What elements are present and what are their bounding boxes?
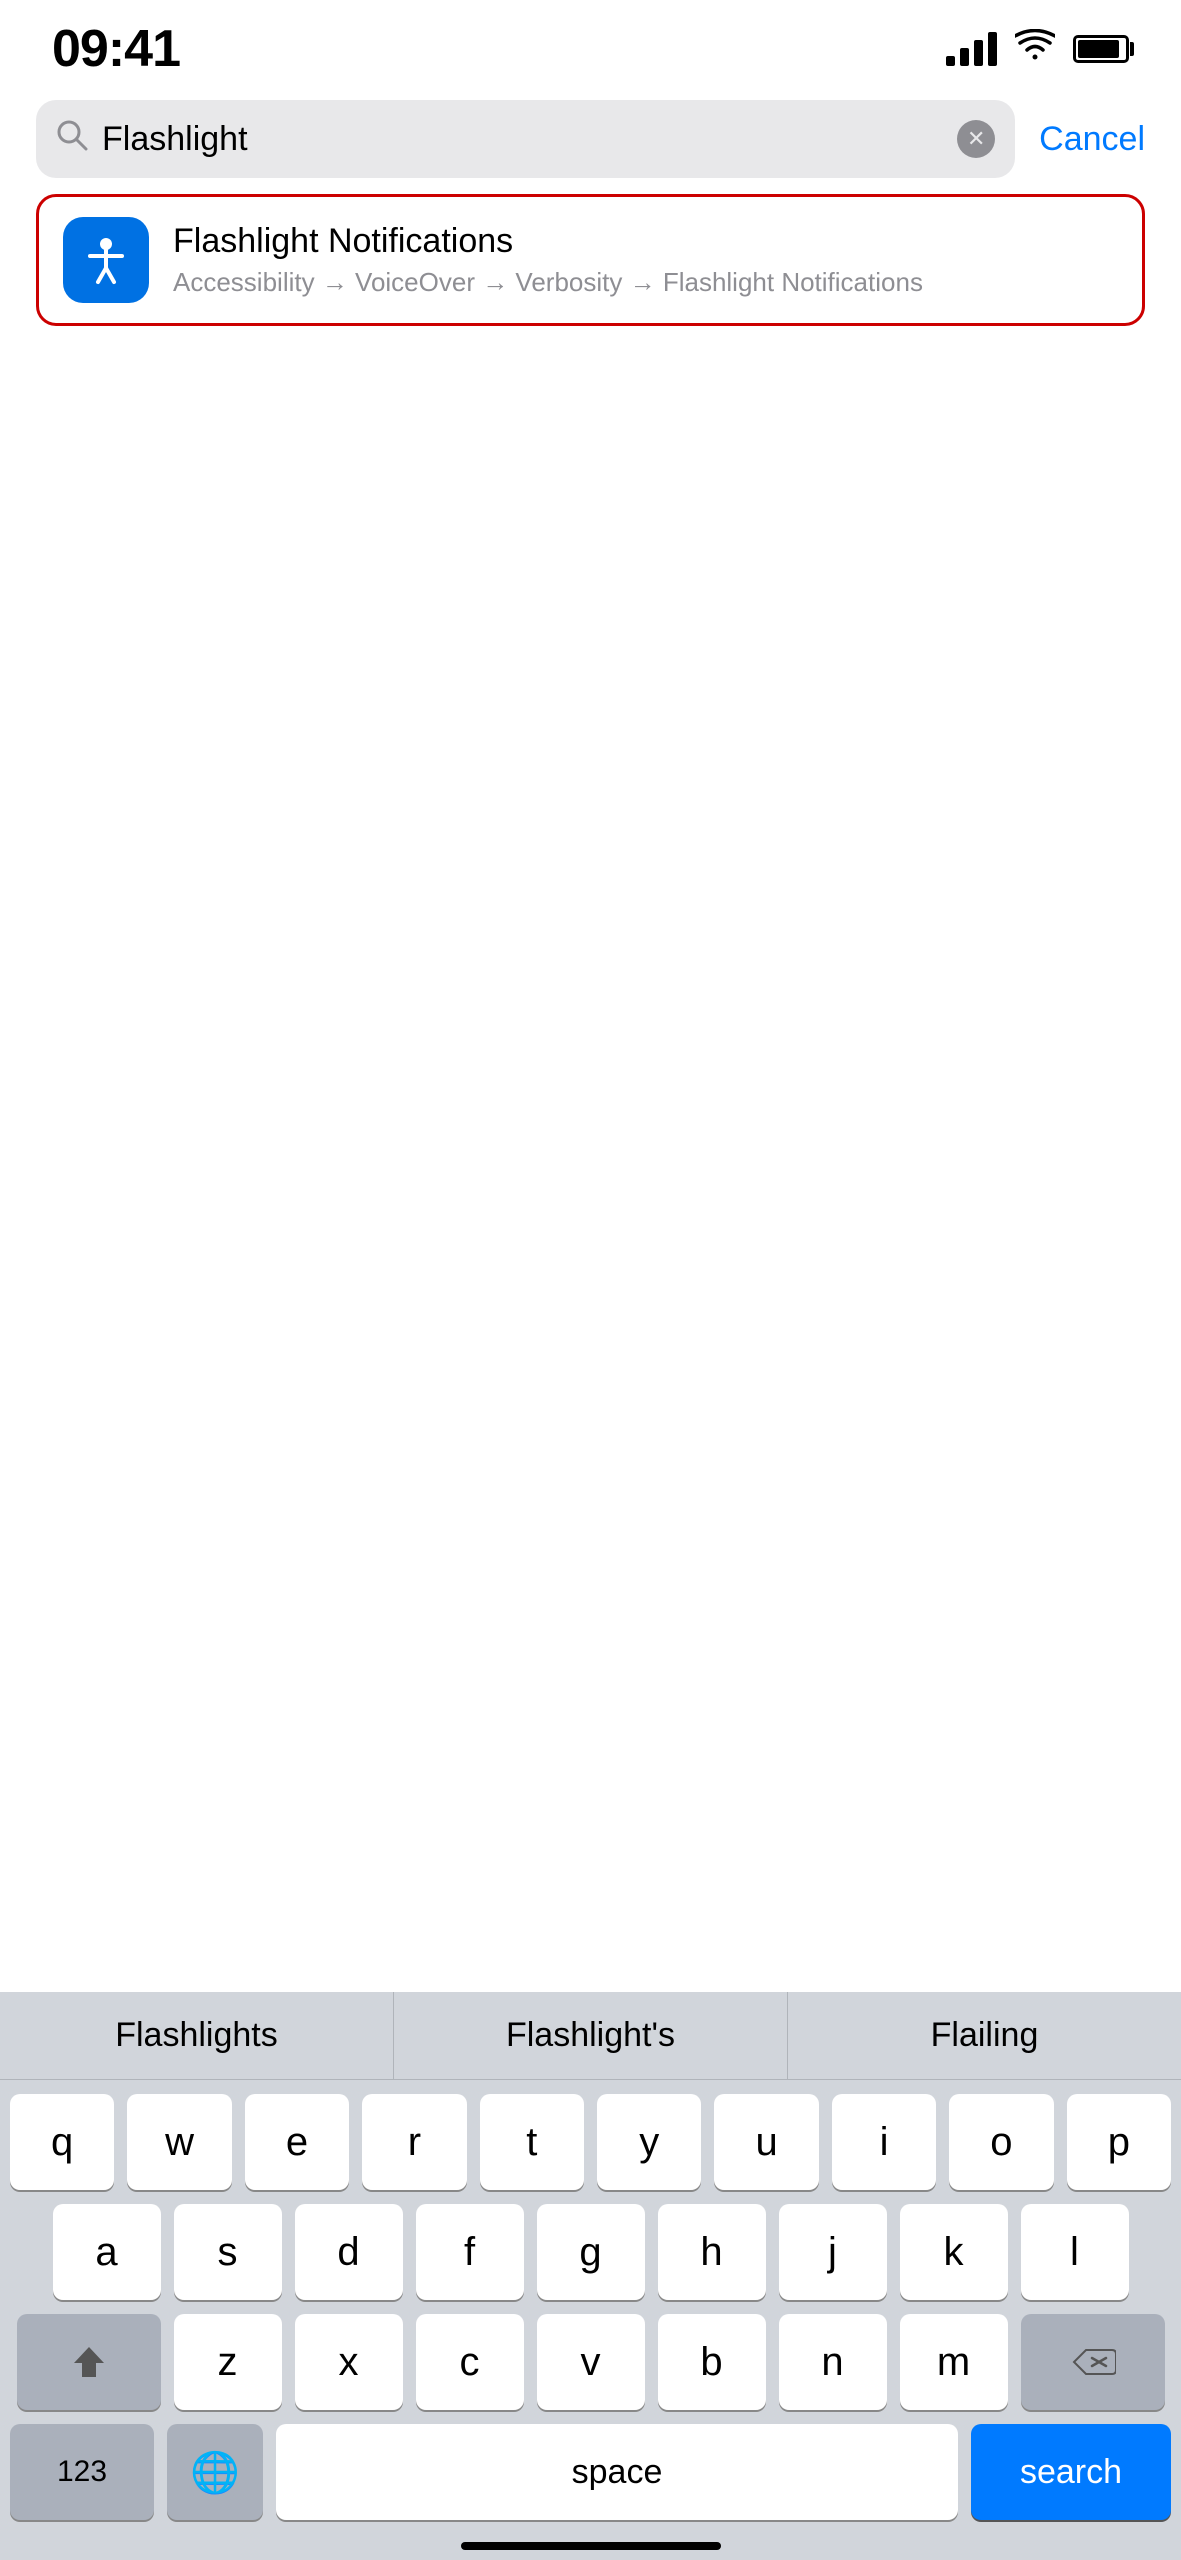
signal-icon [946,32,997,66]
key-w[interactable]: w [127,2094,231,2190]
key-m[interactable]: m [900,2314,1008,2410]
shift-key[interactable] [17,2314,161,2410]
key-o[interactable]: o [949,2094,1053,2190]
keyboard-rows: q w e r t y u i o p a s d f g h j k l [0,2080,1181,2410]
status-icons [946,29,1129,69]
autocomplete-bar: Flashlights Flashlight's Flailing [0,1992,1181,2080]
keyboard-row-2: a s d f g h j k l [10,2204,1171,2300]
key-x[interactable]: x [295,2314,403,2410]
search-input[interactable]: Flashlight [102,120,943,159]
key-b[interactable]: b [658,2314,766,2410]
delete-key[interactable] [1021,2314,1165,2410]
autocomplete-word-2[interactable]: Flailing [788,1992,1181,2079]
search-bar[interactable]: Flashlight ✕ [36,100,1015,178]
home-indicator [461,2542,721,2550]
status-bar: 09:41 [0,0,1181,90]
key-a[interactable]: a [53,2204,161,2300]
search-key[interactable]: search [971,2424,1171,2520]
accessibility-icon [63,217,149,303]
key-t[interactable]: t [480,2094,584,2190]
result-breadcrumb: Accessibility → VoiceOver → Verbosity → … [173,267,1118,298]
result-title: Flashlight Notifications [173,222,1118,261]
globe-key[interactable]: 🌐 [167,2424,263,2520]
key-c[interactable]: c [416,2314,524,2410]
key-r[interactable]: r [362,2094,466,2190]
keyboard-row-1: q w e r t y u i o p [10,2094,1171,2190]
status-time: 09:41 [52,19,180,79]
key-l[interactable]: l [1021,2204,1129,2300]
key-k[interactable]: k [900,2204,1008,2300]
key-n[interactable]: n [779,2314,887,2410]
battery-icon [1073,35,1129,63]
key-g[interactable]: g [537,2204,645,2300]
key-d[interactable]: d [295,2204,403,2300]
key-p[interactable]: p [1067,2094,1171,2190]
space-key[interactable]: space [276,2424,958,2520]
key-q[interactable]: q [10,2094,114,2190]
key-s[interactable]: s [174,2204,282,2300]
search-bar-container: Flashlight ✕ Cancel [0,90,1181,194]
numeric-key[interactable]: 123 [10,2424,154,2520]
keyboard-bottom-row: 123 🌐 space search [0,2424,1181,2520]
result-item[interactable]: Flashlight Notifications Accessibility →… [36,194,1145,326]
cancel-button[interactable]: Cancel [1039,120,1145,159]
clear-search-button[interactable]: ✕ [957,120,995,158]
key-z[interactable]: z [174,2314,282,2410]
key-h[interactable]: h [658,2204,766,2300]
key-f[interactable]: f [416,2204,524,2300]
key-e[interactable]: e [245,2094,349,2190]
autocomplete-word-0[interactable]: Flashlights [0,1992,394,2079]
keyboard-row-3: z x c v b n m [10,2314,1171,2410]
autocomplete-word-1[interactable]: Flashlight's [394,1992,788,2079]
key-v[interactable]: v [537,2314,645,2410]
key-i[interactable]: i [832,2094,936,2190]
keyboard: Flashlights Flashlight's Flailing q w e … [0,1992,1181,2560]
search-results: Flashlight Notifications Accessibility →… [0,194,1181,326]
wifi-icon [1015,29,1055,69]
search-icon [56,119,88,159]
key-u[interactable]: u [714,2094,818,2190]
result-text: Flashlight Notifications Accessibility →… [173,222,1118,298]
key-j[interactable]: j [779,2204,887,2300]
key-y[interactable]: y [597,2094,701,2190]
